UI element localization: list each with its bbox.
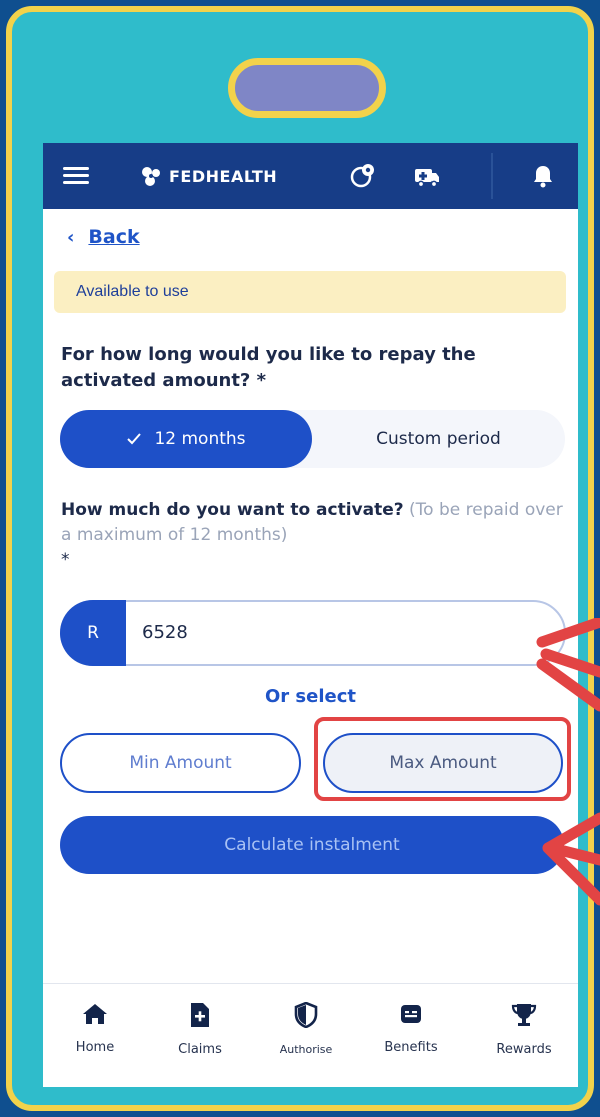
activate-amount-question: How much do you want to activate? (To be… xyxy=(61,498,571,573)
available-notice: Available to use xyxy=(54,271,566,313)
pointer-arrow-icon xyxy=(536,618,600,712)
brand-logo: FEDHEALTH xyxy=(139,163,277,189)
activate-question-strong: How much do you want to activate? xyxy=(61,500,404,520)
claims-icon xyxy=(191,1003,209,1027)
nav-item-claims[interactable]: Claims xyxy=(155,1002,245,1057)
calculate-instalment-button[interactable]: Calculate instalment xyxy=(60,816,564,874)
top-bar: FEDHEALTH xyxy=(43,143,578,209)
chevron-left-icon: ‹ xyxy=(67,226,75,248)
repay-period-selector: 12 months Custom period xyxy=(60,410,565,468)
nav-label-rewards: Rewards xyxy=(496,1042,552,1057)
nav-label-claims: Claims xyxy=(178,1042,222,1057)
amount-input[interactable]: R 6528 xyxy=(60,600,566,666)
option-12-months-label: 12 months xyxy=(154,429,246,449)
nav-label-home: Home xyxy=(75,1040,115,1055)
nav-item-rewards[interactable]: Rewards xyxy=(479,1002,569,1057)
ambulance-icon[interactable] xyxy=(413,162,441,190)
benefits-icon xyxy=(401,1005,421,1023)
back-label: Back xyxy=(88,226,140,248)
nav-item-authorise[interactable]: Authorise xyxy=(261,1002,351,1057)
nav-item-home[interactable]: Home xyxy=(50,1002,140,1055)
nav-item-benefits[interactable]: Benefits xyxy=(366,1002,456,1055)
amount-value[interactable]: 6528 xyxy=(142,622,188,643)
topbar-divider xyxy=(491,153,493,199)
trophy-icon xyxy=(511,1004,537,1026)
currency-prefix: R xyxy=(60,600,126,666)
notifications-bell-icon[interactable] xyxy=(529,162,557,190)
app-screen: FEDHEALTH ‹ Back Available to use For ho… xyxy=(43,143,578,1087)
back-link[interactable]: ‹ Back xyxy=(67,226,140,248)
checkmark-icon xyxy=(127,433,142,445)
menu-icon[interactable] xyxy=(63,167,89,185)
min-amount-button[interactable]: Min Amount xyxy=(60,733,301,793)
location-globe-icon[interactable] xyxy=(349,162,377,190)
shield-icon xyxy=(294,1002,318,1028)
option-custom-period[interactable]: Custom period xyxy=(312,410,565,468)
option-12-months[interactable]: 12 months xyxy=(60,410,312,468)
home-icon xyxy=(83,1004,107,1024)
bottom-navigation: Home Claims Authorise Benefits Rewards xyxy=(43,983,578,1087)
nav-label-benefits: Benefits xyxy=(384,1040,438,1055)
max-amount-highlight-box xyxy=(314,717,571,801)
camera-pill xyxy=(228,58,386,118)
repay-period-question: For how long would you like to repay the… xyxy=(61,344,476,391)
required-mark: * xyxy=(61,550,70,570)
pointer-arrow-icon xyxy=(542,812,600,906)
fedhealth-logo-icon xyxy=(142,167,160,186)
nav-label-authorise: Authorise xyxy=(279,1043,333,1056)
or-select-label: Or select xyxy=(264,686,357,707)
brand-name: FEDHEALTH xyxy=(169,166,278,186)
